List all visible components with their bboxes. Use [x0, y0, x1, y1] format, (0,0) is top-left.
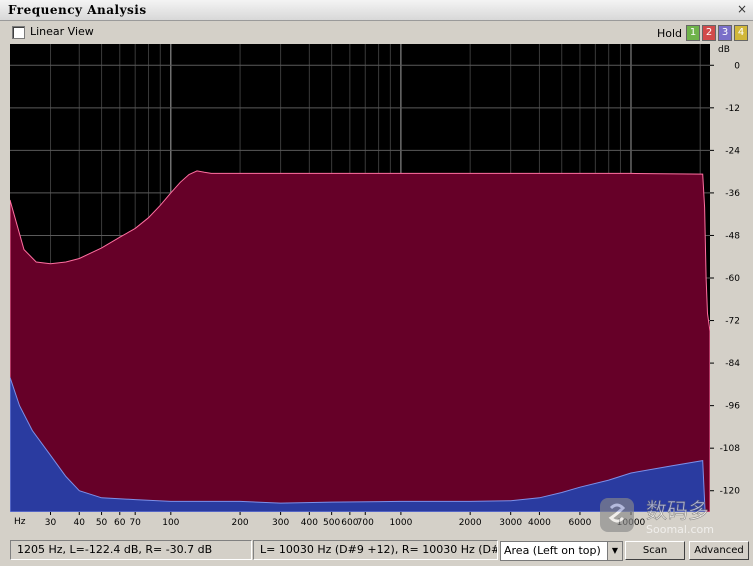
hold-button-2[interactable]: 2: [702, 25, 716, 41]
y-unit-label: dB: [718, 45, 730, 55]
x-tick-label: 3000: [499, 518, 522, 528]
close-icon[interactable]: ×: [735, 2, 749, 16]
y-tick-label: -72: [725, 317, 740, 327]
advanced-button[interactable]: Advanced: [689, 541, 749, 560]
y-tick-label: -60: [725, 274, 740, 284]
hold-label: Hold: [657, 27, 683, 40]
chevron-down-icon[interactable]: ▼: [607, 542, 622, 560]
toolbar: Linear View Hold 1 2 3 4: [0, 21, 753, 43]
hold-button-4[interactable]: 4: [734, 25, 748, 41]
display-mode-value: Area (Left on top): [504, 544, 601, 557]
watermark-subtext: Soomal.com: [646, 523, 714, 536]
x-tick-label: 2000: [459, 518, 482, 528]
watermark-text: 数码多: [646, 499, 709, 523]
x-unit-label: Hz: [14, 517, 26, 527]
spectrum-plot[interactable]: dB 0 -12 -24 -36 -48 -60 -72 -84 -96 -108 -120 Hz 30 4…: [9, 44, 744, 534]
x-tick-label: 70: [129, 518, 141, 528]
status-bar: 1205 Hz, L=-122.4 dB, R= -30.7 dB L= 100…: [0, 536, 753, 566]
x-tick-label: 200: [231, 518, 248, 528]
y-tick-label: -84: [725, 359, 740, 369]
cursor-readout: 1205 Hz, L=-122.4 dB, R= -30.7 dB: [10, 540, 252, 560]
peak-readout: L= 10030 Hz (D#9 +12), R= 10030 Hz (D#9: [253, 540, 498, 560]
hold-button-1[interactable]: 1: [686, 25, 700, 41]
x-tick-label: 300: [272, 518, 289, 528]
y-tick-label: -108: [720, 444, 741, 454]
x-tick-label: 60: [114, 518, 126, 528]
x-tick-label: 100: [162, 518, 179, 528]
x-tick-label: 700: [357, 518, 374, 528]
linear-view-checkbox[interactable]: [12, 26, 25, 39]
spectrum-chart[interactable]: dB0-12-24-36-48-60-72-84-96-108-120Hz 30 4…: [9, 44, 744, 534]
hold-button-3[interactable]: 3: [718, 25, 732, 41]
x-tick-label: 6000: [568, 518, 591, 528]
display-mode-select[interactable]: Area (Left on top) ▼: [500, 541, 623, 561]
x-tick-label: 40: [74, 518, 86, 528]
x-tick-label: 30: [45, 518, 57, 528]
watermark: 数码多 Soomal.com: [598, 492, 748, 536]
y-axis-strip: [710, 44, 744, 534]
x-tick-label: 500: [323, 518, 340, 528]
title-bar: Frequency Analysis ×: [0, 0, 753, 21]
x-tick-label: 50: [96, 518, 108, 528]
window-title: Frequency Analysis: [8, 3, 147, 17]
x-tick-label: 4000: [528, 518, 551, 528]
x-tick-label: 1000: [389, 518, 412, 528]
y-tick-label: -12: [725, 104, 740, 114]
linear-view-label[interactable]: Linear View: [30, 25, 94, 38]
y-tick-label: -48: [725, 231, 740, 241]
y-tick-label: -24: [725, 146, 740, 156]
scan-button[interactable]: Scan: [625, 541, 685, 560]
y-tick-label: -36: [725, 189, 740, 199]
series-area-1: [9, 170, 711, 513]
y-tick-label: 0: [734, 61, 740, 71]
y-tick-label: -96: [725, 402, 740, 412]
x-tick-label: 400: [301, 518, 318, 528]
